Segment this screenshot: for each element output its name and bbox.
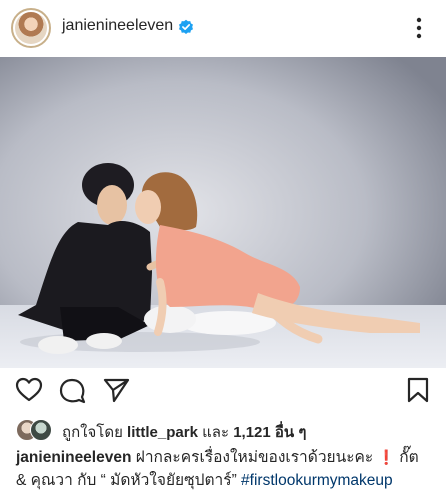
avatar-image <box>15 12 47 44</box>
liked-by-row[interactable]: ถูกใจโดย little_park และ 1,121 อื่น ๆ <box>0 414 446 442</box>
liker-avatar <box>30 419 52 441</box>
post-photo[interactable] <box>0 57 446 368</box>
profile-avatar[interactable] <box>11 8 51 48</box>
caption-username[interactable]: janienineeleven <box>16 449 131 466</box>
photo-illustration <box>0 57 446 368</box>
liker-avatars <box>16 418 52 441</box>
more-options-icon[interactable] <box>412 16 426 40</box>
likes-suffix[interactable]: อื่น ๆ <box>275 424 307 441</box>
likes-count[interactable]: 1,121 <box>233 424 271 441</box>
post-caption: janienineeleven ฝากละครเรื่องใหม่ของเราด… <box>16 446 430 492</box>
liked-conjunction: และ <box>202 424 230 441</box>
caption-text: ฝากละครเรื่องใหม่ของเราด้วยนะคะ <box>135 449 374 466</box>
liker-username[interactable]: little_park <box>127 424 198 441</box>
heart-icon[interactable] <box>15 376 43 404</box>
send-icon[interactable] <box>102 376 130 404</box>
verified-badge-icon <box>179 19 193 34</box>
bookmark-icon[interactable] <box>404 376 432 404</box>
caption-emoji: ❗ <box>377 449 395 465</box>
liked-by-text: ถูกใจโดย little_park และ 1,121 อื่น ๆ <box>62 420 306 444</box>
caption-hashtag[interactable]: #firstlookurmymakeup <box>241 472 393 489</box>
liked-prefix: ถูกใจโดย <box>62 424 123 441</box>
post-actions <box>0 368 446 412</box>
post-header: janienineeleven <box>0 0 446 57</box>
comment-icon[interactable] <box>58 376 86 404</box>
post-username[interactable]: janienineeleven <box>62 17 173 35</box>
